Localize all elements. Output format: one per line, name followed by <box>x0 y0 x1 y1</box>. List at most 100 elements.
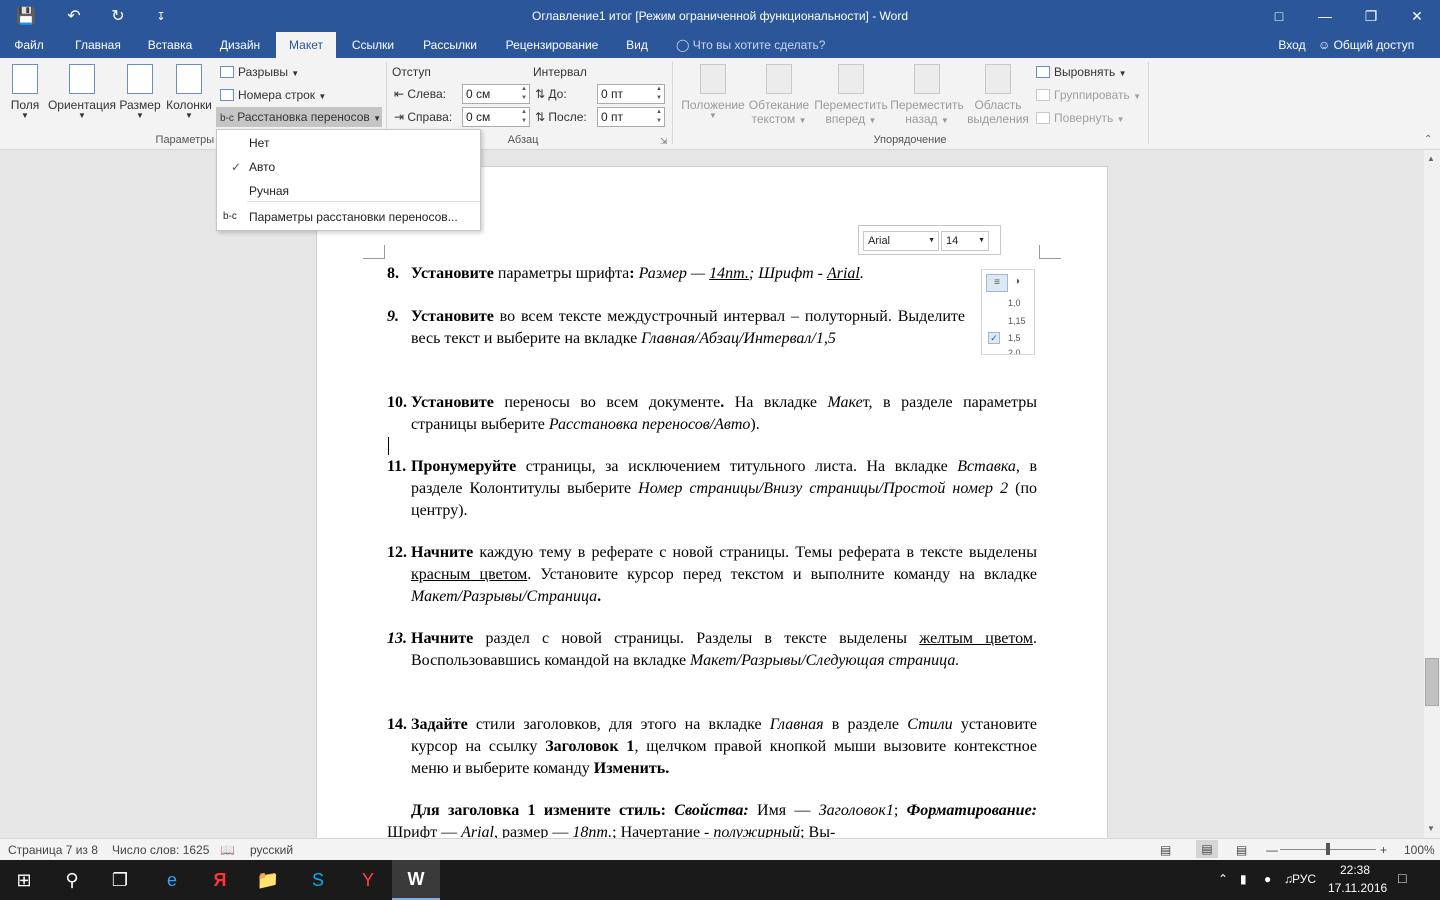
read-mode-icon[interactable]: ▤ <box>1160 843 1171 857</box>
line-spacing-option[interactable]: 1,15 <box>1008 316 1026 326</box>
print-layout-icon[interactable]: ▤ <box>1196 840 1218 858</box>
tab-file[interactable]: Файл <box>4 32 54 58</box>
tray-overflow-icon[interactable]: ⌃ <box>1218 872 1228 886</box>
web-layout-icon[interactable]: ▤ <box>1236 843 1247 857</box>
spacing-before-input[interactable]: 0 пт ▲ ▼ <box>597 84 665 104</box>
word-count[interactable]: Число слов: 1625 <box>112 843 209 857</box>
proofing-icon[interactable]: 📖 <box>220 843 235 857</box>
scroll-down-icon[interactable]: ▼ <box>1427 824 1435 833</box>
wrap-text-button[interactable]: Обтекание текстом ▼ <box>746 62 812 132</box>
word-app-icon[interactable]: W <box>392 860 440 900</box>
notifications-icon[interactable]: □ <box>1398 870 1406 886</box>
share-button[interactable]: ☺ Общий доступ <box>1318 32 1430 58</box>
title-bar: 💾 ↶ ↻ ↧ Оглавление1 итог [Режим ограниче… <box>0 0 1440 32</box>
zoom-level[interactable]: 100% <box>1404 843 1435 857</box>
spin-arrows-icon[interactable]: ▲ ▼ <box>521 85 527 103</box>
scrollbar-thumb[interactable] <box>1425 658 1439 706</box>
zoom-in-icon[interactable]: + <box>1380 843 1387 857</box>
tab-insert[interactable]: Вставка <box>140 32 200 58</box>
hyphenation-button[interactable]: b-c Расстановка переносов ▼ <box>216 107 382 127</box>
spacing-after-icon: ⇅ <box>535 110 549 124</box>
send-backward-button[interactable]: Переместить назад ▼ <box>888 62 966 132</box>
tab-references[interactable]: Ссылки <box>342 32 404 58</box>
tab-layout[interactable]: Макет <box>276 32 336 58</box>
vertical-scrollbar[interactable]: ▲ ▼ <box>1424 150 1440 838</box>
windows-start-icon[interactable]: ⊞ <box>0 860 48 900</box>
tell-me-search[interactable]: ◯ Что вы хотите сделать? <box>676 32 825 58</box>
undo-icon[interactable]: ↶ <box>56 0 92 32</box>
hyphenation-option-none[interactable]: Нет <box>217 132 480 154</box>
align-button[interactable]: Выровнять ▼ <box>1036 62 1127 82</box>
mini-font-select[interactable]: Arial ▼ <box>863 231 939 251</box>
bring-forward-button[interactable]: Переместить вперед ▼ <box>812 62 890 132</box>
hyphenation-options-item[interactable]: b-c Параметры расстановки переносов... <box>217 206 480 228</box>
line-spacing-option[interactable]: 2,0 <box>1008 348 1021 354</box>
size-button[interactable]: Размер ▼ <box>118 62 162 132</box>
position-button[interactable]: Положение ▼ <box>678 62 748 132</box>
customize-qat-icon[interactable]: ↧ <box>150 0 172 32</box>
paragraph-group-label: Абзац <box>507 134 539 146</box>
line-numbers-button[interactable]: Номера строк ▼ <box>220 85 326 105</box>
indent-right-input[interactable]: 0 см ▲ ▼ <box>462 107 530 127</box>
signin-link[interactable]: Вход <box>1272 32 1312 58</box>
line-spacing-icon[interactable]: ≡ <box>986 274 1008 292</box>
document-page[interactable]: Arial ▼ 14 ▼ ≡ ◑ 1,0 1,15 ✓ 1,5 2,0 8. Уст… <box>316 166 1108 838</box>
tab-home[interactable]: Главная <box>66 32 130 58</box>
file-explorer-icon[interactable]: 📁 <box>244 860 292 900</box>
collapse-ribbon-icon[interactable]: ⌃ <box>1424 134 1432 145</box>
edge-browser-icon[interactable]: e <box>148 860 196 900</box>
hyphenation-option-auto[interactable]: ✓ Авто <box>217 156 480 178</box>
indent-left-input[interactable]: 0 см ▲ ▼ <box>462 84 530 104</box>
tab-design[interactable]: Дизайн <box>210 32 270 58</box>
battery-icon[interactable]: ▮ <box>1240 872 1247 886</box>
minimize-button[interactable]: — <box>1302 0 1348 32</box>
hyphenation-option-manual[interactable]: Ручная <box>217 180 480 202</box>
restore-button[interactable]: ❐ <box>1348 0 1394 32</box>
tab-mailings[interactable]: Рассылки <box>414 32 486 58</box>
position-label: Положение <box>681 98 745 112</box>
spin-arrows-icon[interactable]: ▲ ▼ <box>656 85 662 103</box>
scroll-up-icon[interactable]: ▲ <box>1427 154 1435 163</box>
close-button[interactable]: ✕ <box>1394 0 1440 32</box>
skype-icon[interactable]: S <box>294 860 342 900</box>
task-view-icon[interactable]: ❐ <box>96 860 144 900</box>
bring-forward-icon <box>838 64 864 94</box>
breaks-icon <box>220 66 234 78</box>
redo-icon[interactable]: ↻ <box>104 0 132 32</box>
margins-icon <box>12 64 38 94</box>
tell-me-placeholder: Что вы хотите сделать? <box>692 38 826 52</box>
clock-date[interactable]: 17.11.2016 <box>1328 881 1387 895</box>
network-icon[interactable]: ● <box>1264 872 1271 886</box>
shading-icon[interactable]: ◑ <box>1014 276 1020 287</box>
spin-arrows-icon[interactable]: ▲ ▼ <box>521 108 527 126</box>
zoom-slider-thumb[interactable] <box>1326 843 1330 855</box>
page-count[interactable]: Страница 7 из 8 <box>8 843 98 857</box>
paragraph-dialog-launcher-icon[interactable]: ⇲ <box>660 136 668 147</box>
line-spacing-option[interactable]: 1,5 <box>1008 333 1021 343</box>
arrange-group-label: Упорядочение <box>873 134 947 146</box>
rotate-label: Повернуть <box>1054 111 1114 125</box>
margins-button[interactable]: Поля ▼ <box>6 62 44 132</box>
yandex-icon[interactable]: Y <box>344 860 392 900</box>
zoom-out-icon[interactable]: — <box>1266 843 1278 857</box>
tab-view[interactable]: Вид <box>618 32 656 58</box>
line-spacing-option[interactable]: 1,0 <box>1008 298 1021 308</box>
save-icon[interactable]: 💾 <box>12 0 40 32</box>
search-icon[interactable]: ⚲ <box>48 860 96 900</box>
columns-button[interactable]: Колонки ▼ <box>164 62 214 132</box>
input-language[interactable]: РУС <box>1292 872 1316 886</box>
crop-mark <box>1039 245 1061 259</box>
spin-arrows-icon[interactable]: ▲ ▼ <box>656 108 662 126</box>
rotate-button[interactable]: Повернуть ▼ <box>1036 108 1125 128</box>
clock-time[interactable]: 22:38 <box>1340 863 1370 877</box>
language-indicator[interactable]: русский <box>250 843 293 857</box>
breaks-button[interactable]: Разрывы ▼ <box>220 62 299 82</box>
orientation-button[interactable]: Ориентация ▼ <box>46 62 118 132</box>
mini-size-select[interactable]: 14 ▼ <box>941 231 989 251</box>
ribbon-display-options-icon[interactable]: □ <box>1256 0 1302 32</box>
group-objects-button[interactable]: Группировать ▼ <box>1036 85 1141 105</box>
yandex-browser-icon[interactable]: Я <box>196 860 244 900</box>
tab-review[interactable]: Рецензирование <box>496 32 608 58</box>
spacing-after-input[interactable]: 0 пт ▲ ▼ <box>597 107 665 127</box>
selection-pane-button[interactable]: Область выделения <box>966 62 1030 132</box>
